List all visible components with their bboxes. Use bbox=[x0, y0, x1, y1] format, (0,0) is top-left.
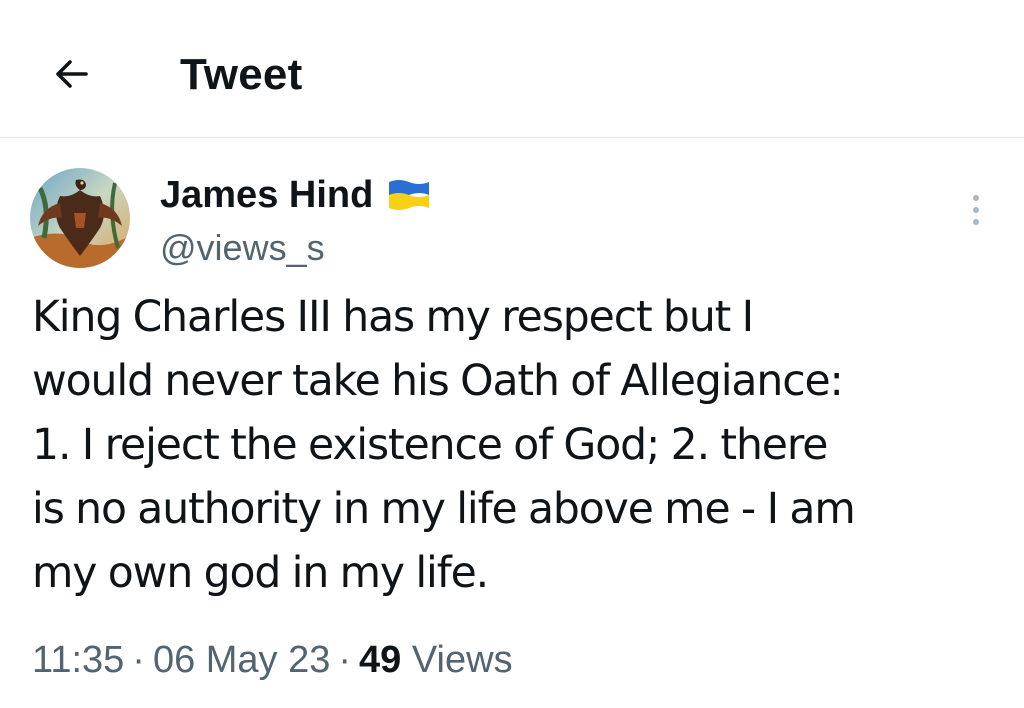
views-label: Views bbox=[411, 639, 513, 681]
tweet-text-line: King Charles III has my respect but I bbox=[32, 293, 754, 342]
author-name[interactable]: James Hind bbox=[160, 171, 373, 219]
tweet-text-line: my own god in my life. bbox=[32, 549, 489, 598]
tweet-text-line: would never take his Oath of Allegiance: bbox=[32, 357, 844, 406]
avatar[interactable] bbox=[30, 168, 130, 268]
eagle-avatar bbox=[30, 168, 130, 268]
separator: · bbox=[132, 639, 145, 681]
tweet-metadata: 11:35 · 06 May 23 · 49 Views bbox=[32, 636, 513, 684]
more-options-button[interactable] bbox=[956, 186, 996, 234]
page-title: Tweet bbox=[180, 50, 303, 99]
separator: · bbox=[338, 639, 352, 681]
back-button[interactable] bbox=[44, 46, 100, 102]
more-vertical-icon bbox=[973, 195, 979, 225]
tweet-text-line: is no authority in my life above me - I … bbox=[32, 485, 856, 534]
author-name-row: James Hind bbox=[160, 170, 433, 220]
ukraine-flag-icon bbox=[389, 180, 430, 210]
top-bar: Tweet bbox=[0, 0, 1024, 138]
views-count[interactable]: 49 bbox=[359, 639, 401, 681]
tweet-text-line: 1. I reject the existence of God; 2. the… bbox=[32, 421, 828, 470]
arrow-left-icon bbox=[56, 60, 88, 88]
tweet-time[interactable]: 11:35 bbox=[32, 639, 124, 681]
tweet-text: King Charles III has my respect but I wo… bbox=[32, 286, 1002, 606]
author-handle[interactable]: @views_s bbox=[160, 226, 325, 270]
tweet-date[interactable]: 06 May 23 bbox=[153, 639, 330, 681]
